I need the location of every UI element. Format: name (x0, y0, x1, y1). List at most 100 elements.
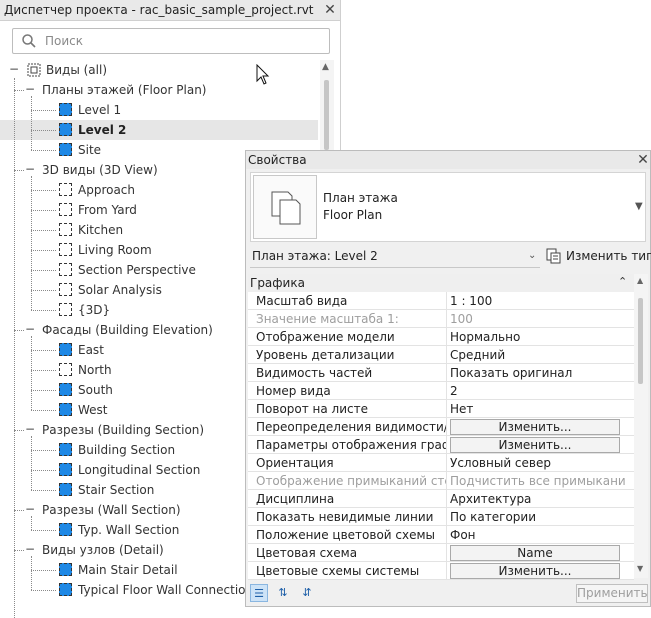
tree-item-label: Approach (78, 183, 136, 197)
mouse-cursor-icon (256, 64, 270, 85)
property-name: Масштаб вида (256, 294, 348, 308)
search-icon (22, 34, 36, 48)
tree-item-label: Solar Analysis (78, 283, 162, 297)
property-row[interactable]: Переопределения видимости/гр... Изменить.… (248, 418, 634, 436)
categorize-icon[interactable]: ☰ (250, 584, 268, 602)
tree-item-label: Разрезы (Building Section) (42, 423, 205, 437)
tree-group-item[interactable]: − Планы этажей (Floor Plan) (0, 80, 318, 100)
instance-filter-dropdown[interactable]: План этажа: Level 2 ⌄ (250, 245, 540, 268)
collapse-icon[interactable]: ⌃ (618, 275, 627, 288)
view-icon (59, 103, 72, 116)
tree-view-item[interactable]: Level 2 (0, 120, 318, 140)
property-edit-button[interactable]: Изменить... (450, 437, 620, 453)
property-name: Значение масштаба 1: (256, 312, 399, 326)
property-value[interactable]: Нет (450, 402, 626, 416)
property-value[interactable]: По категории (450, 510, 626, 524)
property-name: Параметры отображения графики (256, 438, 446, 452)
view-icon (59, 563, 72, 576)
scroll-up-icon[interactable]: ▲ (322, 62, 329, 72)
project-browser-titlebar[interactable]: Диспетчер проекта - rac_basic_sample_pro… (0, 0, 340, 21)
property-value[interactable]: Архитектура (450, 492, 626, 506)
tree-item-label: Разрезы (Wall Section) (42, 503, 181, 517)
edit-type-button[interactable]: Изменить тип (544, 245, 651, 267)
property-value[interactable]: Фон (450, 528, 626, 542)
property-row[interactable]: Уровень детализации Средний (248, 346, 634, 364)
property-value[interactable]: 1 : 100 (450, 294, 626, 308)
property-row[interactable]: Отображение модели Нормально (248, 328, 634, 346)
property-name: Цветовые схемы системы (256, 564, 420, 578)
property-row[interactable]: Положение цветовой схемы Фон (248, 526, 634, 544)
view-icon (59, 123, 72, 136)
collapse-icon[interactable]: − (25, 163, 35, 175)
group-label: Графика (250, 276, 305, 290)
close-icon[interactable]: ✕ (323, 3, 337, 17)
floor-plan-type-icon (253, 175, 317, 239)
property-name: Уровень детализации (256, 348, 395, 362)
tree-item-label: Building Section (78, 443, 176, 457)
tree-item-label: Main Stair Detail (78, 563, 178, 577)
view-icon (59, 183, 72, 196)
collapse-icon[interactable]: − (25, 543, 35, 555)
scroll-thumb[interactable] (324, 80, 329, 150)
collapse-icon[interactable]: − (25, 503, 35, 515)
property-row[interactable]: Номер вида 2 (248, 382, 634, 400)
property-row[interactable]: Цветовые схемы системы Изменить... (248, 562, 634, 580)
tree-view-item[interactable]: Level 1 (0, 100, 318, 120)
property-row: Значение масштаба 1: 100 (248, 310, 634, 328)
view-icon (59, 223, 72, 236)
property-edit-button[interactable]: Изменить... (450, 563, 620, 579)
collapse-icon[interactable]: − (25, 323, 35, 335)
type-name: Floor Plan (323, 208, 383, 222)
type-family-name: План этажа (323, 191, 398, 205)
view-icon (59, 303, 72, 316)
apply-button[interactable]: Применить (576, 584, 648, 603)
sort-descending-icon[interactable]: ⇵ (298, 584, 316, 602)
property-row[interactable]: Дисциплина Архитектура (248, 490, 634, 508)
tree-item-label: Typ. Wall Section (78, 523, 180, 537)
property-row[interactable]: Цветовая схема Name (248, 544, 634, 562)
properties-scrollbar[interactable]: ▲ ▼ (634, 274, 648, 578)
property-name: Поворот на листе (256, 402, 368, 416)
collapse-icon[interactable]: − (25, 423, 35, 435)
property-row[interactable]: Видимость частей Показать оригинал (248, 364, 634, 382)
view-icon (59, 583, 72, 596)
scroll-thumb[interactable] (638, 298, 643, 384)
group-header-graphics[interactable]: Графика ⌃ (248, 274, 634, 292)
tree-root-item[interactable]: − Виды (all) (0, 60, 318, 80)
property-value[interactable]: Нормально (450, 330, 626, 344)
type-selector[interactable]: План этажа Floor Plan ▼ (250, 172, 646, 242)
properties-titlebar[interactable]: Свойства ✕ (246, 151, 650, 169)
property-row[interactable]: Параметры отображения графики Изменить... (248, 436, 634, 454)
project-browser-title: Диспетчер проекта - rac_basic_sample_pro… (4, 3, 314, 17)
collapse-icon[interactable]: − (25, 83, 35, 95)
search-box[interactable] (12, 28, 330, 54)
search-input[interactable] (43, 32, 317, 50)
property-row[interactable]: Масштаб вида 1 : 100 (248, 292, 634, 310)
view-icon (59, 243, 72, 256)
scroll-up-icon[interactable]: ▲ (637, 276, 643, 285)
properties-title: Свойства (248, 153, 307, 167)
property-row[interactable]: Поворот на листе Нет (248, 400, 634, 418)
property-edit-button[interactable]: Изменить... (450, 419, 620, 435)
property-value[interactable]: Средний (450, 348, 626, 362)
view-icon (59, 143, 72, 156)
scroll-down-icon[interactable]: ▼ (637, 564, 643, 573)
tree-item-label: East (78, 343, 104, 357)
property-name: Отображение модели (256, 330, 395, 344)
view-icon (59, 363, 72, 376)
collapse-icon[interactable]: − (9, 63, 19, 75)
instance-filter-value: План этажа: Level 2 (252, 249, 378, 263)
chevron-down-icon[interactable]: ▼ (635, 201, 643, 212)
property-row[interactable]: Показать невидимые линии По категории (248, 508, 634, 526)
sort-ascending-icon[interactable]: ⇅ (274, 584, 292, 602)
chevron-down-icon[interactable]: ⌄ (528, 250, 536, 261)
tree-item-label: From Yard (78, 203, 137, 217)
close-icon[interactable]: ✕ (636, 153, 650, 167)
tree-item-label: {3D} (78, 303, 111, 317)
properties-panel: Свойства ✕ План этажа Floor Plan ▼ План … (245, 150, 651, 607)
property-row[interactable]: Ориентация Условный север (248, 454, 634, 472)
property-value[interactable]: 2 (450, 384, 626, 398)
property-value[interactable]: Условный север (450, 456, 626, 470)
property-edit-button[interactable]: Name (450, 545, 620, 561)
property-value[interactable]: Показать оригинал (450, 366, 626, 380)
